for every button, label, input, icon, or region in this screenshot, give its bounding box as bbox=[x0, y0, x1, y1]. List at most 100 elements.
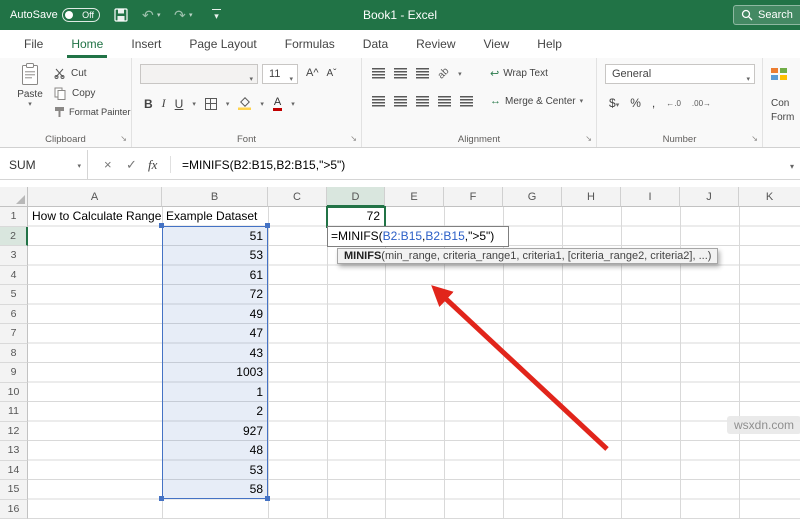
enter-button[interactable]: ✓ bbox=[126, 150, 137, 180]
cut-button[interactable]: Cut bbox=[54, 68, 87, 79]
column-header-B[interactable]: B bbox=[162, 187, 268, 207]
cell-B9[interactable]: 1003 bbox=[162, 363, 268, 383]
font-color-dropdown-icon[interactable]: ▾ bbox=[291, 100, 295, 108]
align-bottom-icon[interactable] bbox=[416, 68, 429, 79]
cancel-button[interactable]: × bbox=[104, 150, 112, 180]
selection-handle[interactable] bbox=[265, 223, 270, 228]
cell-B14[interactable]: 53 bbox=[162, 461, 268, 481]
fill-color-dropdown-icon[interactable]: ▾ bbox=[260, 100, 264, 108]
decrease-font-size-button[interactable]: Aˇ bbox=[327, 68, 337, 79]
align-top-icon[interactable] bbox=[372, 68, 385, 79]
copy-button[interactable]: Copy bbox=[54, 87, 95, 100]
font-color-icon[interactable]: A bbox=[272, 96, 283, 111]
tab-view[interactable]: View bbox=[470, 30, 524, 58]
row-header-2[interactable]: 2 bbox=[0, 226, 28, 246]
selection-handle[interactable] bbox=[265, 496, 270, 501]
tab-review[interactable]: Review bbox=[402, 30, 469, 58]
cell-B15[interactable]: 58 bbox=[162, 480, 268, 500]
tab-page-layout[interactable]: Page Layout bbox=[175, 30, 270, 58]
font-name-combo[interactable]: ▾ bbox=[140, 64, 258, 84]
tab-insert[interactable]: Insert bbox=[117, 30, 175, 58]
column-header-K[interactable]: K bbox=[739, 187, 800, 207]
cell-editor-D2[interactable]: =MINIFS(B2:B15,B2:B15,">5") bbox=[327, 226, 509, 247]
paste-button[interactable]: Paste ▾ bbox=[10, 62, 50, 108]
currency-format-button[interactable]: $▾ bbox=[609, 96, 619, 110]
formula-bar-input[interactable]: =MINIFS(B2:B15,B2:B15,">5") bbox=[182, 150, 345, 180]
search-box[interactable]: Search bbox=[733, 5, 800, 25]
cell-B3[interactable]: 53 bbox=[162, 246, 268, 266]
orientation-icon[interactable]: ab bbox=[436, 66, 452, 82]
fill-color-icon[interactable] bbox=[238, 97, 252, 110]
column-header-J[interactable]: J bbox=[680, 187, 739, 207]
cell-B1[interactable]: Example Dataset bbox=[162, 207, 268, 227]
column-header-E[interactable]: E bbox=[385, 187, 444, 207]
column-header-I[interactable]: I bbox=[621, 187, 680, 207]
tab-file[interactable]: File bbox=[10, 30, 57, 58]
row-header-9[interactable]: 9 bbox=[0, 363, 28, 383]
row-header-7[interactable]: 7 bbox=[0, 324, 28, 344]
cell-B13[interactable]: 48 bbox=[162, 441, 268, 461]
cell-B4[interactable]: 61 bbox=[162, 266, 268, 286]
align-left-icon[interactable] bbox=[372, 96, 385, 107]
selection-handle[interactable] bbox=[159, 496, 164, 501]
column-header-F[interactable]: F bbox=[444, 187, 503, 207]
increase-decimal-button[interactable]: ←.0 bbox=[666, 99, 681, 108]
column-header-A[interactable]: A bbox=[28, 187, 162, 207]
row-header-6[interactable]: 6 bbox=[0, 304, 28, 324]
cell-B6[interactable]: 49 bbox=[162, 305, 268, 325]
row-header-3[interactable]: 3 bbox=[0, 246, 28, 266]
number-dialog-launcher-icon[interactable]: ↘ bbox=[751, 134, 758, 143]
cell-A1[interactable]: How to Calculate Range bbox=[28, 207, 162, 227]
selection-handle[interactable] bbox=[159, 223, 164, 228]
cell-B5[interactable]: 72 bbox=[162, 285, 268, 305]
column-header-G[interactable]: G bbox=[503, 187, 562, 207]
row-header-1[interactable]: 1 bbox=[0, 207, 28, 227]
insert-function-button[interactable]: fx bbox=[148, 150, 157, 180]
row-header-12[interactable]: 12 bbox=[0, 421, 28, 441]
merge-center-button[interactable]: ↔ Merge & Center ▾ bbox=[490, 95, 583, 107]
conditional-formatting-button[interactable] bbox=[771, 66, 787, 85]
format-painter-button[interactable]: Format Painter bbox=[54, 106, 130, 117]
bold-button[interactable]: B bbox=[144, 97, 153, 111]
tab-home[interactable]: Home bbox=[57, 30, 117, 58]
row-header-4[interactable]: 4 bbox=[0, 265, 28, 285]
font-dialog-launcher-icon[interactable]: ↘ bbox=[350, 134, 357, 143]
increase-font-size-button[interactable]: A^ bbox=[306, 67, 319, 79]
align-center-icon[interactable] bbox=[394, 96, 407, 107]
row-header-10[interactable]: 10 bbox=[0, 382, 28, 402]
row-header-5[interactable]: 5 bbox=[0, 285, 28, 305]
column-header-H[interactable]: H bbox=[562, 187, 621, 207]
row-header-8[interactable]: 8 bbox=[0, 343, 28, 363]
alignment-dialog-launcher-icon[interactable]: ↘ bbox=[585, 134, 592, 143]
row-header-15[interactable]: 15 bbox=[0, 480, 28, 500]
tab-help[interactable]: Help bbox=[523, 30, 576, 58]
name-box[interactable]: SUM ▾ bbox=[0, 150, 88, 180]
borders-icon[interactable] bbox=[204, 97, 217, 110]
cell-B2[interactable]: 51 bbox=[162, 227, 268, 247]
decrease-decimal-button[interactable]: .00→ bbox=[692, 99, 711, 108]
percent-format-button[interactable]: % bbox=[630, 96, 641, 110]
row-header-11[interactable]: 11 bbox=[0, 402, 28, 422]
row-header-13[interactable]: 13 bbox=[0, 441, 28, 461]
italic-button[interactable]: I bbox=[162, 96, 166, 111]
increase-indent-icon[interactable] bbox=[460, 96, 473, 107]
borders-dropdown-icon[interactable]: ▾ bbox=[226, 100, 230, 108]
align-right-icon[interactable] bbox=[416, 96, 429, 107]
underline-button[interactable]: U bbox=[175, 97, 184, 111]
clipboard-dialog-launcher-icon[interactable]: ↘ bbox=[120, 134, 127, 143]
number-format-combo[interactable]: General ▾ bbox=[605, 64, 755, 84]
tab-formulas[interactable]: Formulas bbox=[271, 30, 349, 58]
column-header-D[interactable]: D bbox=[327, 187, 385, 207]
name-box-dropdown-icon[interactable]: ▾ bbox=[77, 162, 81, 170]
row-header-16[interactable]: 16 bbox=[0, 499, 28, 519]
underline-dropdown-icon[interactable]: ▾ bbox=[192, 100, 196, 108]
align-middle-icon[interactable] bbox=[394, 68, 407, 79]
cell-B11[interactable]: 2 bbox=[162, 402, 268, 422]
decrease-indent-icon[interactable] bbox=[438, 96, 451, 107]
comma-format-button[interactable]: , bbox=[652, 96, 655, 110]
column-header-C[interactable]: C bbox=[268, 187, 327, 207]
cell-B10[interactable]: 1 bbox=[162, 383, 268, 403]
wrap-text-button[interactable]: ↩ Wrap Text bbox=[490, 67, 548, 80]
select-all-corner[interactable] bbox=[0, 187, 28, 207]
cell-B12[interactable]: 927 bbox=[162, 422, 268, 442]
